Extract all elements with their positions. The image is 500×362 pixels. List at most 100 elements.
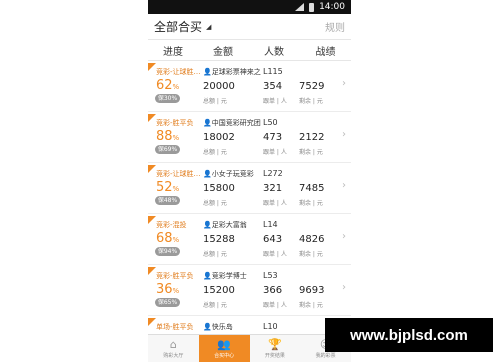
corner-ribbon-icon [148, 267, 156, 275]
owner-level: L14 [263, 220, 278, 229]
lottery-type: 竞彩-让球胜… [156, 68, 201, 76]
chevron-right-icon: › [342, 180, 346, 191]
plan-list: 竞彩-让球胜… 👤足球彩票神来之… L115 62% 保30% 20000 总额… [148, 61, 351, 362]
count-value: 366 [263, 285, 283, 296]
owner-name: 👤竞彩学博士 [203, 272, 247, 280]
progress-value: 52% [156, 180, 180, 195]
progress-value: 88% [156, 129, 180, 144]
watermark: www.bjplsd.com [325, 318, 493, 352]
list-item[interactable]: 竞彩-胜平负 👤竞彩学博士 L53 36% 保65% 15200 总额 | 元 … [148, 265, 351, 316]
chevron-right-icon: › [342, 129, 346, 140]
lottery-type: 竞彩-胜平负 [156, 272, 194, 280]
column-header: 进度 金额 人数 战绩 [148, 40, 351, 61]
amount-value: 15200 [203, 285, 235, 296]
owner-name: 👤足彩大富翁 [203, 221, 247, 229]
list-item[interactable]: 竞彩-让球胜… 👤足球彩票神来之… L115 62% 保30% 20000 总额… [148, 61, 351, 112]
amount-value: 18002 [203, 132, 235, 143]
page-header: 全部合买 ◢ 规则 [148, 14, 351, 40]
guarantee-badge: 保65% [155, 298, 180, 307]
signal-icon [295, 3, 305, 11]
battery-icon [309, 2, 315, 12]
page-title-dropdown[interactable]: 全部合买 ◢ [154, 18, 211, 35]
phone-screen: 14:00 全部合买 ◢ 规则 进度 金额 人数 战绩 竞彩-让球胜… 👤足球彩… [148, 0, 351, 362]
owner-level: L53 [263, 271, 278, 280]
column-amount[interactable]: 金额 [198, 43, 248, 58]
amount-value: 15800 [203, 183, 235, 194]
count-label: 跟单 | 人 [263, 302, 287, 309]
remaining-label: 剩余 | 元 [299, 251, 323, 258]
progress-value: 62% [156, 78, 180, 93]
home-icon: ⌂ [169, 338, 177, 351]
list-item[interactable]: 竞彩-混投 👤足彩大富翁 L14 68% 保94% 15288 总额 | 元 6… [148, 214, 351, 265]
list-item[interactable]: 竞彩-胜平负 👤中国竞彩研究团… L50 88% 保69% 18002 总额 |… [148, 112, 351, 163]
count-value: 354 [263, 81, 283, 92]
chevron-right-icon: › [342, 282, 346, 293]
remaining-label: 剩余 | 元 [299, 149, 323, 156]
tab-label: 合买中心 [214, 353, 235, 359]
lottery-type: 竞彩-胜平负 [156, 119, 194, 127]
bottom-tab-bar: ⌂ 购彩大厅 👥 合买中心 🏆 开奖结果 ☺ 我的彩票 [148, 334, 351, 362]
remaining-value: 2122 [299, 132, 325, 143]
column-count[interactable]: 人数 [248, 43, 300, 58]
owner-level: L272 [263, 169, 283, 178]
tab-label: 开奖结果 [264, 353, 285, 359]
status-time: 14:00 [319, 2, 345, 12]
count-label: 跟单 | 人 [263, 98, 287, 105]
count-label: 跟单 | 人 [263, 200, 287, 207]
amount-label: 总额 | 元 [203, 149, 227, 156]
lottery-type: 竞彩-让球胜… [156, 170, 201, 178]
tab-label: 购彩大厅 [163, 353, 184, 359]
remaining-value: 9693 [299, 285, 325, 296]
corner-ribbon-icon [148, 216, 156, 224]
guarantee-badge: 保48% [155, 196, 180, 205]
page-title: 全部合买 [154, 20, 203, 34]
tab-group-buy[interactable]: 👥 合买中心 [198, 335, 250, 362]
status-bar: 14:00 [148, 0, 351, 14]
owner-level: L10 [263, 322, 278, 331]
remaining-label: 剩余 | 元 [299, 98, 323, 105]
caret-down-icon: ◢ [206, 22, 212, 31]
count-value: 321 [263, 183, 283, 194]
progress-value: 36% [156, 282, 180, 297]
lottery-type: 竞彩-混投 [156, 221, 187, 229]
guarantee-badge: 保94% [155, 247, 180, 256]
owner-name: 👤足球彩票神来之… [203, 68, 261, 76]
rules-link[interactable]: 规则 [325, 19, 345, 34]
amount-label: 总额 | 元 [203, 98, 227, 105]
tab-lobby[interactable]: ⌂ 购彩大厅 [148, 335, 199, 362]
owner-name: 👤小女子玩竞彩 [203, 170, 254, 178]
remaining-label: 剩余 | 元 [299, 200, 323, 207]
remaining-value: 7485 [299, 183, 325, 194]
tab-label: 我的彩票 [315, 353, 336, 359]
amount-value: 15288 [203, 234, 235, 245]
column-progress[interactable]: 进度 [148, 43, 198, 58]
owner-level: L50 [263, 118, 278, 127]
count-label: 跟单 | 人 [263, 149, 287, 156]
column-record[interactable]: 战绩 [300, 43, 351, 58]
guarantee-badge: 保69% [155, 145, 180, 154]
amount-value: 20000 [203, 81, 235, 92]
remaining-value: 7529 [299, 81, 325, 92]
owner-name: 👤中国竞彩研究团… [203, 119, 261, 127]
corner-ribbon-icon [148, 165, 156, 173]
remaining-value: 4826 [299, 234, 325, 245]
corner-ribbon-icon [148, 318, 156, 326]
lottery-type: 单场-胜平负 [156, 323, 194, 331]
count-value: 473 [263, 132, 283, 143]
people-icon: 👥 [217, 338, 231, 351]
amount-label: 总额 | 元 [203, 200, 227, 207]
tab-results[interactable]: 🏆 开奖结果 [250, 335, 301, 362]
guarantee-badge: 保30% [155, 94, 180, 103]
owner-name: 👤快乐岛 [203, 323, 233, 331]
chevron-right-icon: › [342, 231, 346, 242]
list-item[interactable]: 竞彩-让球胜… 👤小女子玩竞彩 L272 52% 保48% 15800 总额 |… [148, 163, 351, 214]
amount-label: 总额 | 元 [203, 302, 227, 309]
corner-ribbon-icon [148, 63, 156, 71]
count-value: 643 [263, 234, 283, 245]
corner-ribbon-icon [148, 114, 156, 122]
progress-value: 68% [156, 231, 180, 246]
amount-label: 总额 | 元 [203, 251, 227, 258]
chevron-right-icon: › [342, 78, 346, 89]
trophy-icon: 🏆 [268, 338, 282, 351]
count-label: 跟单 | 人 [263, 251, 287, 258]
